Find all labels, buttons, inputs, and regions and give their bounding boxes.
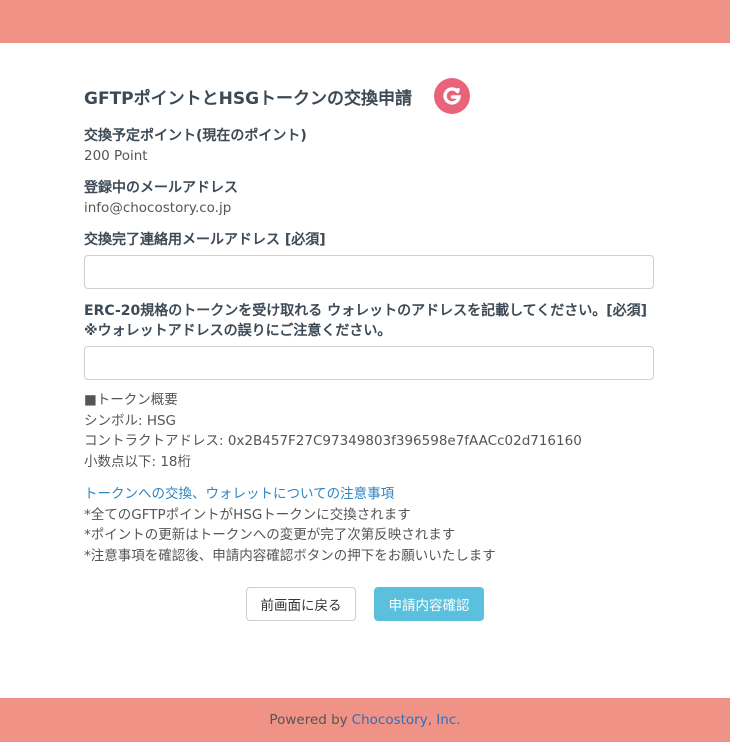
token-contract-address: コントラクトアドレス: 0x2B457F27C97349803f396598e7… [84,433,582,449]
note-line-3: *注意事項を確認後、申請内容確認ボタンの押下をお願いいたします [84,547,496,564]
footer: Powered by Chocostory, Inc. [0,698,730,742]
exchange-points-value: 200 Point [84,148,148,164]
token-info: ■トークン概要 シンボル: HSG コントラクトアドレス: 0x2B457F27… [84,390,656,472]
wallet-address-section: ERC-20規格のトークンを受け取れる ウォレットのアドレスを記載してください。… [84,301,656,380]
notes-section: トークンへの交換、ウォレットについての注意事項 *全てのGFTPポイントがHSG… [84,484,656,566]
contact-email-input[interactable] [84,255,654,289]
title-row: GFTPポイントとHSGトークンの交換申請 [84,76,656,116]
powered-by-text: Powered by [269,712,348,728]
g-logo-glyph [443,87,462,105]
token-symbol: シンボル: HSG [84,412,177,429]
top-bar [0,0,730,43]
note-line-1: *全てのGFTPポイントがHSGトークンに交換されます [84,506,411,523]
back-button[interactable]: 前画面に戻る [246,587,356,621]
exchange-points-label: 交換予定ポイント(現在のポイント) [84,128,307,144]
page-title: GFTPポイントとHSGトークンの交換申請 [84,88,413,109]
note-line-2: *ポイントの更新はトークンへの変更が完了次第反映されます [84,527,456,543]
company-link[interactable]: Chocostory, Inc. [352,712,461,728]
registered-email-label: 登録中のメールアドレス [84,180,238,196]
main-content: GFTPポイントとHSGトークンの交換申請 交換予定ポイント(現在のポイント) … [84,76,656,566]
registered-email-value: info@chocostory.co.jp [84,200,232,216]
token-decimals: 小数点以下: 18桁 [84,453,192,470]
confirm-button[interactable]: 申請内容確認 [374,587,484,621]
wallet-address-input[interactable] [84,346,654,380]
button-row: 前画面に戻る 申請内容確認 [0,587,730,621]
token-info-heading: ■トークン概要 [84,392,178,408]
contact-email-label: 交換完了連絡用メールアドレス [必須] [84,232,326,248]
wallet-address-warning: ※ウォレットアドレスの誤りにご注意ください。 [84,323,392,339]
contact-email-section: 交換完了連絡用メールアドレス [必須] [84,230,656,289]
registered-email-section: 登録中のメールアドレス info@chocostory.co.jp [84,178,656,218]
g-logo-icon [434,78,471,114]
notes-link[interactable]: トークンへの交換、ウォレットについての注意事項 [84,486,394,502]
exchange-points-section: 交換予定ポイント(現在のポイント) 200 Point [84,126,656,166]
wallet-address-label: ERC-20規格のトークンを受け取れる ウォレットのアドレスを記載してください。… [84,303,648,319]
